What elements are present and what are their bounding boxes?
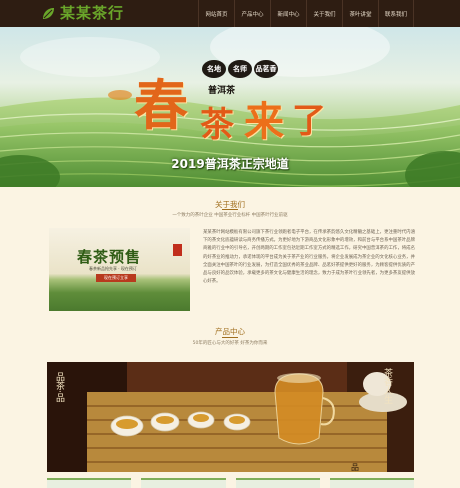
about-image-sub: 春茶新品抢先享 · 现在预订: [89, 266, 137, 271]
products-title: 产品中心: [215, 327, 245, 336]
preorder-button[interactable]: 现在预订立享: [96, 274, 136, 282]
about-text: 某某茶叶网站模板有限公司旗下茶行业领跑者电子平台，在传承茶韵悠久文化精髓之基础上…: [203, 230, 415, 285]
logo[interactable]: 某某茶行: [40, 4, 124, 23]
banner-caption: 2019普洱茶正宗地道: [171, 157, 289, 171]
slogan-char-come: 来: [244, 98, 284, 145]
badge-row: 名地 名师 品茗香: [202, 60, 278, 78]
nav-item-products[interactable]: 产品中心: [234, 0, 270, 27]
main-nav: 网站首页 产品中心 新闻中心 关于我们 茶叶讲堂 联系我们: [198, 0, 414, 27]
product-thumbnails: [47, 478, 414, 488]
products-title-underline: [222, 337, 238, 338]
about-image-title: 春茶预售: [77, 248, 142, 266]
product-thumb[interactable]: [235, 478, 320, 488]
tea-leaf-logo-icon: [43, 7, 54, 19]
badge-famous-master: 名师: [228, 60, 252, 78]
badge-famous-place: 名地: [202, 60, 226, 78]
product-image-text-right: 茶香人生: [382, 368, 392, 404]
hero-banner[interactable]: 名地 名师 品茗香 普洱茶 春 茶 来 了 2019普洱茶正宗地道: [0, 27, 460, 187]
nav-item-tea-class[interactable]: 茶叶讲堂: [342, 0, 378, 27]
nav-item-home[interactable]: 网站首页: [198, 0, 234, 27]
nav-item-news[interactable]: 新闻中心: [270, 0, 306, 27]
product-thumb[interactable]: [329, 478, 414, 488]
product-thumb[interactable]: [141, 478, 226, 488]
tea-set-image: 品: [47, 362, 414, 472]
svg-text:品: 品: [351, 463, 359, 472]
products-subtitle: 50年的匠心与大的好茶 好茶为你而来: [192, 341, 268, 346]
about-subtitle: 一个致力的茶叶企业 中国茶业行业标杆 中国茶叶行业前驱: [172, 213, 288, 218]
product-thumb[interactable]: [47, 478, 132, 488]
product-banner-image[interactable]: 品 品茶·品 茶香人生: [47, 362, 414, 472]
slogan-char-spring: 春: [134, 73, 188, 137]
nav-item-about[interactable]: 关于我们: [306, 0, 342, 27]
logo-text: 某某茶行: [60, 4, 125, 22]
banner-sub-brand: 普洱茶: [208, 86, 236, 96]
product-image-text-left: 品茶·品: [54, 372, 64, 402]
slogan-char-le: 了: [292, 101, 326, 141]
about-image[interactable]: 春茶预售 春茶新品抢先享 · 现在预订 现在预订立享: [49, 228, 190, 311]
about-title-underline: [222, 209, 238, 210]
seal-stamp-icon: [173, 244, 182, 256]
header: 某某茶行 网站首页 产品中心 新闻中心 关于我们 茶叶讲堂 联系我们: [0, 0, 460, 27]
nav-item-contact[interactable]: 联系我们: [378, 0, 414, 27]
badge-fragrance: 品茗香: [254, 60, 278, 78]
slogan-char-tea: 茶: [200, 105, 234, 145]
